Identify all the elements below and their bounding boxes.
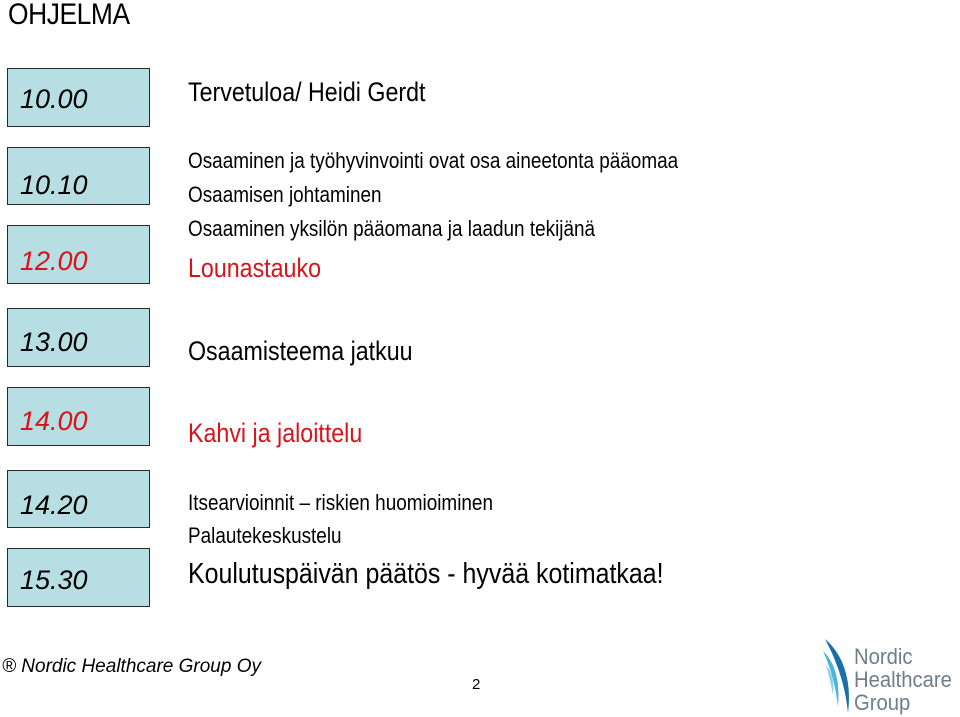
time-label: 13.00	[20, 327, 88, 357]
time-box: 14.20	[7, 470, 150, 528]
agenda-continue: Osaamisteema jatkuu	[188, 336, 413, 366]
company-logo: Nordic Healthcare Group	[822, 637, 960, 717]
agenda-item: Palautekeskustelu	[188, 523, 342, 548]
time-label: 12.00	[20, 246, 88, 276]
wave-leaf-icon	[823, 639, 850, 713]
page-number: 2	[472, 676, 481, 693]
agenda-item: Itsearvioinnit – riskien huomioiminen	[188, 490, 493, 515]
time-box: 12.00	[7, 225, 150, 284]
logo-text: Nordic Healthcare Group	[854, 645, 952, 714]
agenda-welcome: Tervetuloa/ Heidi Gerdt	[188, 77, 426, 107]
footer-copyright: ® Nordic Healthcare Group Oy	[2, 656, 261, 677]
page-title: OHJELMA	[8, 0, 130, 31]
agenda-closing: Koulutuspäivän päätös - hyvää kotimatkaa…	[188, 558, 664, 590]
time-box: 13.00	[7, 308, 150, 367]
logo-line: Group	[854, 690, 911, 715]
time-box: 15.30	[7, 548, 150, 607]
agenda-item: Osaaminen yksilön pääomana ja laadun tek…	[188, 216, 596, 241]
logo-line: Healthcare	[854, 667, 952, 692]
time-label: 10.00	[20, 84, 88, 114]
agenda-coffee: Kahvi ja jaloittelu	[188, 418, 363, 448]
time-box: 14.00	[7, 387, 150, 446]
time-label: 10.10	[20, 170, 88, 200]
agenda-item: Osaaminen ja työhyvinvointi ovat osa ain…	[188, 148, 679, 173]
time-label: 14.20	[20, 490, 88, 520]
time-label: 14.00	[20, 406, 88, 436]
logo-line: Nordic	[854, 644, 913, 669]
agenda-item: Osaamisen johtaminen	[188, 182, 382, 207]
agenda-lunch: Lounastauko	[188, 253, 321, 283]
time-box: 10.00	[7, 68, 150, 127]
time-box: 10.10	[7, 147, 150, 205]
time-label: 15.30	[20, 565, 88, 595]
